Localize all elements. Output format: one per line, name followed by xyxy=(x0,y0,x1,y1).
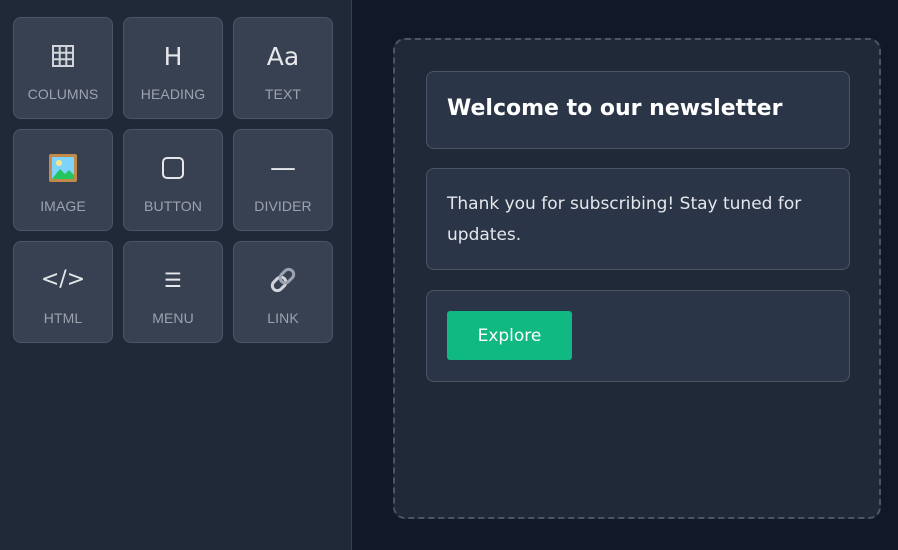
block-label: BUTTON xyxy=(144,198,202,214)
block-image[interactable]: IMAGE xyxy=(13,129,113,231)
explore-button[interactable]: Explore xyxy=(447,311,572,360)
text-block[interactable]: Thank you for subscribing! Stay tuned fo… xyxy=(426,168,850,270)
link-icon xyxy=(268,264,298,296)
heading-block[interactable]: Welcome to our newsletter xyxy=(426,71,850,149)
button-block[interactable]: Explore xyxy=(426,290,850,382)
block-menu[interactable]: ☰ MENU xyxy=(123,241,223,343)
block-link[interactable]: LINK xyxy=(233,241,333,343)
block-label: DIVIDER xyxy=(254,198,312,214)
button-icon xyxy=(161,152,185,184)
block-label: IMAGE xyxy=(40,198,86,214)
email-builder-app: COLUMNS H HEADING Aa TEXT IMAGE BUTTON —… xyxy=(0,0,898,550)
block-label: TEXT xyxy=(264,86,302,102)
image-icon xyxy=(48,152,78,184)
email-canvas-dropzone[interactable]: Welcome to our newsletter Thank you for … xyxy=(393,38,881,519)
block-label: LINK xyxy=(267,310,299,326)
block-button[interactable]: BUTTON xyxy=(123,129,223,231)
block-html[interactable]: </> HTML xyxy=(13,241,113,343)
block-divider[interactable]: — DIVIDER xyxy=(233,129,333,231)
block-label: COLUMNS xyxy=(27,86,99,102)
block-label: HEADING xyxy=(140,86,206,102)
columns-grid-icon xyxy=(52,40,74,72)
code-icon: </> xyxy=(40,267,86,292)
text-icon: Aa xyxy=(266,41,300,71)
newsletter-heading: Welcome to our newsletter xyxy=(447,96,783,121)
block-columns[interactable]: COLUMNS xyxy=(13,17,113,119)
menu-icon: ☰ xyxy=(164,268,182,292)
block-text[interactable]: Aa TEXT xyxy=(233,17,333,119)
block-label: HTML xyxy=(43,310,83,326)
block-palette-sidebar: COLUMNS H HEADING Aa TEXT IMAGE BUTTON —… xyxy=(0,0,352,550)
block-palette: COLUMNS H HEADING Aa TEXT IMAGE BUTTON —… xyxy=(13,17,333,343)
newsletter-body-text: Thank you for subscribing! Stay tuned fo… xyxy=(447,194,802,245)
heading-icon: H xyxy=(163,41,183,71)
block-label: MENU xyxy=(152,310,194,326)
block-heading[interactable]: H HEADING xyxy=(123,17,223,119)
divider-icon: — xyxy=(270,153,296,183)
